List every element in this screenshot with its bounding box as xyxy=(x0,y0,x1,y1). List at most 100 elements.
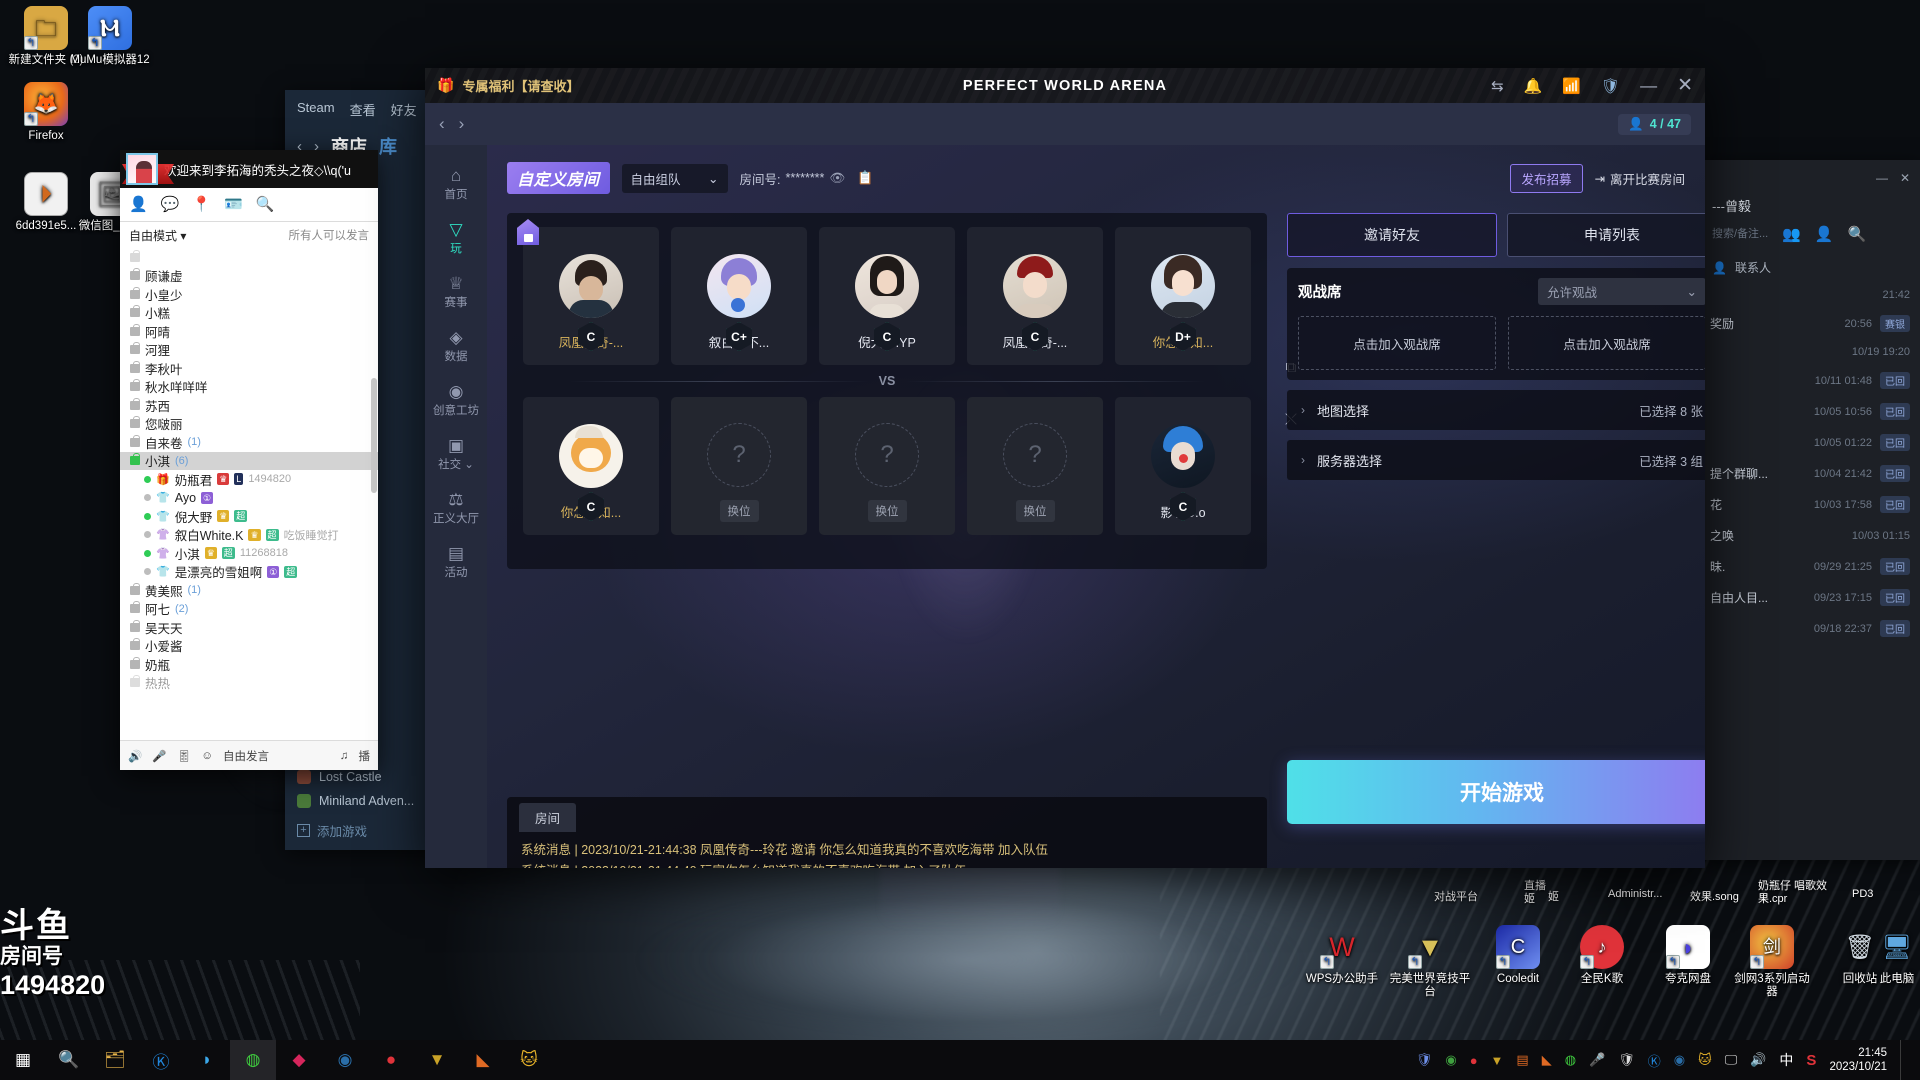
yy-channel-row[interactable]: 吴天天 xyxy=(120,618,378,637)
yy-channel-row[interactable]: 您啵丽 xyxy=(120,415,378,434)
yy-footer-toolbar[interactable]: 🔊 🎤 🎚 ☺ 自由发言 ♫ 播 xyxy=(120,740,378,770)
list-item[interactable]: 花 10/03 17:58 已回 xyxy=(1700,489,1920,520)
sidebar-item-play[interactable]: ▽ 玩 xyxy=(425,211,487,263)
yy-channel-row[interactable]: 小糕 xyxy=(120,304,378,323)
sidebar-item-events[interactable]: ♕ 赛事 xyxy=(425,265,487,317)
yy-voice-window[interactable]: 欢迎来到李拓海的秃头之夜◇\\q('u 👤 💬 📍 🪪 🔍 自由模式 ▾ 所有人… xyxy=(120,150,378,770)
qq-window[interactable]: — ✕ ---曾毅 搜索/备注... 👥 👤 🔍 👤 联系人 21:42 奖励 … xyxy=(1700,160,1920,860)
tab-invite-friends[interactable]: 邀请好友 xyxy=(1287,213,1497,257)
empty-player-slot[interactable]: ? 换位 xyxy=(967,397,1103,535)
qq-contacts-row[interactable]: 👤 联系人 xyxy=(1700,253,1920,282)
yy-scrollbar[interactable] xyxy=(371,378,377,493)
cat-app-icon[interactable]: 🐱 xyxy=(506,1040,552,1080)
red-tray-icon[interactable]: ● xyxy=(1470,1053,1478,1068)
ime-tray-icon[interactable]: 中 xyxy=(1779,1050,1793,1070)
card-icon[interactable]: 🪪 xyxy=(224,197,243,212)
sidebar-item-justice-hall[interactable]: ⚖ 正义大厅 xyxy=(425,481,487,533)
yy-member-row[interactable]: 👕 是漂亮的雪姐啊 ① 超 xyxy=(120,563,378,582)
list-item[interactable]: 提个群聊... 10/04 21:42 已回 xyxy=(1700,458,1920,489)
perfect-world-arena-window[interactable]: 🎁 专属福利【请查收】 PERFECT WORLD ARENA ⇆ 🔔 📶 🛡 … xyxy=(425,68,1705,868)
swap-position-button[interactable]: 换位 xyxy=(719,500,759,522)
show-desktop-button[interactable] xyxy=(1900,1040,1908,1080)
quark-icon[interactable]: ◗ xyxy=(184,1040,230,1080)
speaker-icon[interactable]: 🔊 xyxy=(128,749,142,763)
qq-minimize-icon[interactable]: — xyxy=(1876,171,1888,185)
desktop-icon-firefox[interactable]: 🦊 ↰ Firefox xyxy=(4,82,88,143)
game-sidebar[interactable]: ⌂ 首页 ▽ 玩 ♕ 赛事 ◈ 数据 ◉ 创意工坊 ▣ 社交 ⌄ ⚖ 正义大厅 … xyxy=(425,145,487,868)
sidebar-item-workshop[interactable]: ◉ 创意工坊 xyxy=(425,373,487,425)
close-icon[interactable]: ✕ xyxy=(1677,74,1693,97)
shield-check-icon[interactable]: 🛡 xyxy=(1601,77,1620,95)
desktop-icon-kugou-sing[interactable]: ♪ ↰ 全民K歌 xyxy=(1560,925,1644,986)
tab-room[interactable]: 房间 xyxy=(519,803,577,832)
steam-tray-icon[interactable]: ◉ xyxy=(1674,1052,1685,1068)
player-slot[interactable]: C 凤凰传奇-... xyxy=(517,219,659,365)
wechat-tray-icon[interactable]: ◍ xyxy=(1565,1052,1576,1068)
player-slot[interactable]: C 你怎么知... xyxy=(523,397,659,535)
team-mode-select[interactable]: 自由组队 ⌄ xyxy=(621,163,728,193)
player-slot[interactable]: C 凤凰传奇-... xyxy=(967,227,1103,365)
desktop-icon-cooledit[interactable]: C ↰ Cooledit xyxy=(1476,925,1560,986)
perfect-world-icon[interactable]: ◆ xyxy=(276,1040,322,1080)
sidebar-item-activity[interactable]: ▤ 活动 xyxy=(425,535,487,587)
yy-channel-row[interactable]: 阿晴 xyxy=(120,322,378,341)
steam-menu-steam[interactable]: Steam xyxy=(297,100,335,119)
file-explorer-icon[interactable]: 🗂 xyxy=(92,1040,138,1080)
qq-close-icon[interactable]: ✕ xyxy=(1900,171,1910,185)
server-selection-row[interactable]: › 服务器选择 已选择 3 组 xyxy=(1287,440,1705,480)
qq-add-friend-icon[interactable]: 👤 xyxy=(1815,225,1834,243)
yy-member-row[interactable]: 🎁 奶瓶君 ♛ L 1494820 xyxy=(120,470,378,489)
shield-tray-icon[interactable]: 🛡 xyxy=(1416,1052,1433,1068)
steam-nav-library[interactable]: 库 xyxy=(379,133,397,159)
search-icon[interactable]: 🔍 xyxy=(256,197,275,212)
location-icon[interactable]: 📍 xyxy=(192,197,211,212)
yy-channel-row[interactable]: 秋水咩咩咩 xyxy=(120,378,378,397)
taskbar-clock[interactable]: 21:45 2023/10/21 xyxy=(1829,1046,1887,1074)
yy-channel-list[interactable]: 顾谦虚 小皇少 小糕 阿晴 河狸 李秋叶 秋水咩咩咩 苏西 您啵丽 自来卷 (1)… xyxy=(120,248,378,740)
qq-search-label[interactable]: 搜索/备注... xyxy=(1712,225,1768,243)
copy-icon[interactable]: 📋 xyxy=(857,170,873,186)
yy-member-row[interactable]: 👕 倪大野 ♛ 超 xyxy=(120,507,378,526)
join-spectator-button[interactable]: 点击加入观战席 xyxy=(1298,316,1496,370)
signal-icon[interactable]: 📶 xyxy=(1562,77,1581,95)
kugou-sing-icon[interactable]: ● xyxy=(368,1040,414,1080)
desktop-icon-pw-arena[interactable]: ▼ ↰ 完美世界竞技平台 xyxy=(1388,925,1472,999)
yy-channel-row[interactable]: 奶瓶 xyxy=(120,655,378,674)
volume-tray-icon[interactable]: 🔊 xyxy=(1750,1052,1766,1068)
steam-menu-friends[interactable]: 好友 xyxy=(391,100,417,119)
yy-input-label[interactable]: 自由发言 xyxy=(223,748,269,764)
empty-player-slot[interactable]: ? 换位 xyxy=(671,397,807,535)
windows-start-icon[interactable]: ▦ xyxy=(0,1040,46,1080)
network-tray-icon[interactable]: 🖵 xyxy=(1725,1052,1738,1068)
player-slot[interactable]: D+ 你怎么知... xyxy=(1115,227,1251,365)
list-item[interactable]: 09/18 22:37 已回 xyxy=(1700,613,1920,644)
arena-tray-icon[interactable]: ▼ xyxy=(1491,1053,1504,1068)
bell-icon[interactable]: 🔔 xyxy=(1524,77,1543,95)
sogou-tray-icon[interactable]: S xyxy=(1806,1052,1816,1069)
desktop-icon-quark[interactable]: ◗ ↰ 夸克网盘 xyxy=(1646,925,1730,986)
person-icon[interactable]: 👤 xyxy=(129,197,148,212)
yy-channel-row[interactable]: 小爱酱 xyxy=(120,637,378,656)
transfer-icon[interactable]: ⇆ xyxy=(1491,77,1504,95)
yy-channel-row[interactable]: 苏西 xyxy=(120,396,378,415)
yy-channel-row[interactable]: 李秋叶 xyxy=(120,359,378,378)
steam-menu-view[interactable]: 查看 xyxy=(350,100,376,119)
list-item[interactable]: 昧. 09/29 21:25 已回 xyxy=(1700,551,1920,582)
arena-icon[interactable]: ▼ xyxy=(414,1040,460,1080)
minimize-icon[interactable]: — xyxy=(1640,76,1657,96)
sidebar-item-data[interactable]: ◈ 数据 xyxy=(425,319,487,371)
douyu-tray-icon[interactable]: ◣ xyxy=(1542,1052,1552,1068)
yy-channel-row[interactable]: 小皇少 xyxy=(120,285,378,304)
player-slot[interactable]: C 倪大野.YP xyxy=(819,227,955,365)
yy-toolbar[interactable]: 👤 💬 📍 🪪 🔍 xyxy=(120,188,378,222)
yy-channel-row[interactable] xyxy=(120,248,378,267)
player-slot[interactable]: C 影子O.o xyxy=(1115,397,1251,535)
mic-icon[interactable]: 🎤 xyxy=(152,749,166,763)
friends-counter[interactable]: 👤 4 / 47 xyxy=(1618,113,1691,135)
yy-member-row[interactable]: 👚 叙白White.K ♛ 超 吃饭睡觉打 xyxy=(120,526,378,545)
list-item[interactable]: 奖励 20:56 赛银 xyxy=(1700,308,1920,339)
equalizer-icon[interactable]: 🎚 xyxy=(177,749,192,763)
douyu-icon[interactable]: ◣ xyxy=(460,1040,506,1080)
list-item[interactable]: 10/19 19:20 xyxy=(1700,339,1920,365)
map-selection-row[interactable]: › 地图选择 已选择 8 张 xyxy=(1287,390,1705,430)
